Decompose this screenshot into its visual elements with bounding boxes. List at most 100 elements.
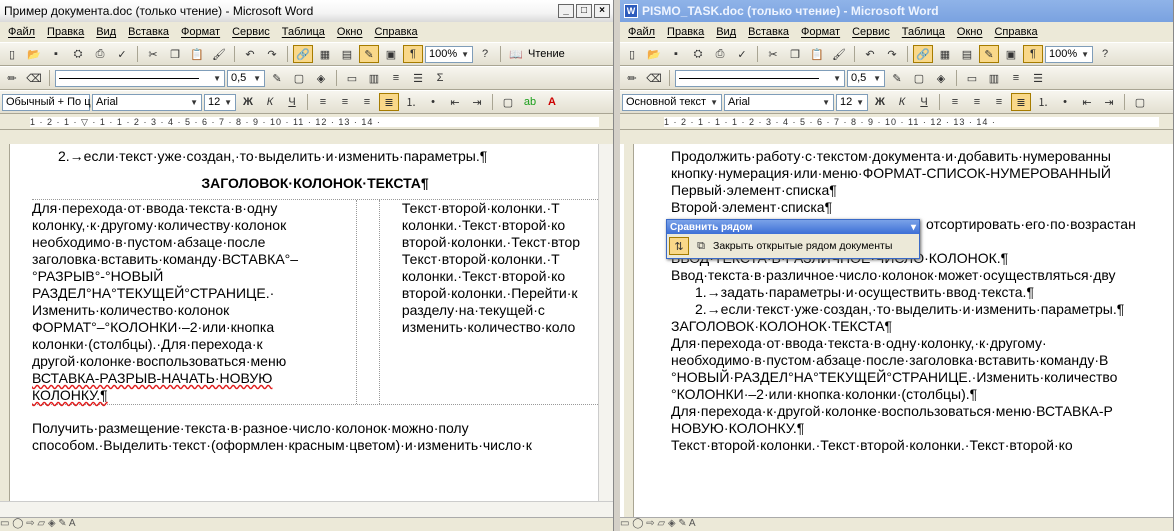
help-icon[interactable]: ?: [1095, 45, 1115, 63]
permission-icon[interactable]: ⛭: [68, 45, 88, 63]
vertical-ruler[interactable]: [624, 144, 634, 517]
split-cells-icon[interactable]: ▥: [984, 69, 1004, 87]
new-document-icon[interactable]: ▯: [622, 45, 642, 63]
border-color-icon[interactable]: ✎: [887, 69, 907, 87]
paste-icon[interactable]: 📋: [807, 45, 827, 63]
underline-icon[interactable]: Ч: [282, 93, 302, 111]
align-right-icon[interactable]: ≡: [357, 93, 377, 111]
split-cells-icon[interactable]: ▥: [364, 69, 384, 87]
zoom-combo[interactable]: 100% ▼: [425, 45, 473, 63]
numbering-icon[interactable]: ⒈: [401, 93, 421, 111]
font-size-combo[interactable]: 12 ▼: [836, 93, 868, 111]
sum-icon[interactable]: Σ: [430, 69, 450, 87]
borders-icon[interactable]: ▢: [289, 69, 309, 87]
distribute-rows-icon[interactable]: ☰: [408, 69, 428, 87]
style-combo[interactable]: Основной текст ▼: [622, 93, 722, 111]
vertical-ruler[interactable]: [0, 144, 10, 501]
merge-cells-icon[interactable]: ▭: [962, 69, 982, 87]
undo-icon[interactable]: ↶: [860, 45, 880, 63]
zoom-combo[interactable]: 100% ▼: [1045, 45, 1093, 63]
align-center-icon[interactable]: ≡: [967, 93, 987, 111]
tables-borders-icon[interactable]: ▦: [315, 45, 335, 63]
outside-border-icon[interactable]: ▢: [1130, 93, 1150, 111]
menu-view[interactable]: Вид: [90, 26, 122, 38]
menu-tools[interactable]: Сервис: [226, 26, 276, 38]
edit-icon[interactable]: ✏: [622, 69, 642, 87]
paste-icon[interactable]: 📋: [187, 45, 207, 63]
underline-icon[interactable]: Ч: [914, 93, 934, 111]
bullets-icon[interactable]: •: [423, 93, 443, 111]
drawing-icon[interactable]: ✎: [359, 45, 379, 63]
open-folder-icon[interactable]: 📂: [24, 45, 44, 63]
new-document-icon[interactable]: ▯: [2, 45, 22, 63]
line-style-combo[interactable]: ▼: [55, 69, 225, 87]
hyperlink-icon[interactable]: 🔗: [913, 45, 933, 63]
font-combo[interactable]: Arial ▼: [724, 93, 834, 111]
align-icon[interactable]: ≡: [1006, 69, 1026, 87]
draw-shapes-icon[interactable]: ▭ ◯ ⇨ ▱ ◈ ✎ A: [0, 518, 76, 529]
highlight-icon[interactable]: ab: [520, 93, 540, 111]
vertical-scrollbar[interactable]: [598, 144, 613, 501]
borders-icon[interactable]: ▢: [909, 69, 929, 87]
document-area[interactable]: 2.→если·текст·уже·создан,·то·выделить·и·…: [0, 144, 613, 517]
spelling-icon[interactable]: ✓: [732, 45, 752, 63]
drawing-icon[interactable]: ✎: [979, 45, 999, 63]
save-icon[interactable]: ▪: [46, 45, 66, 63]
italic-icon[interactable]: К: [892, 93, 912, 111]
close-side-by-side-button[interactable]: Закрыть открытые рядом документы: [713, 240, 892, 252]
format-painter-icon[interactable]: 🖌: [829, 45, 849, 63]
insert-table-icon[interactable]: ▤: [957, 45, 977, 63]
document-map-icon[interactable]: ▣: [381, 45, 401, 63]
hyperlink-icon[interactable]: 🔗: [293, 45, 313, 63]
font-size-combo[interactable]: 12 ▼: [204, 93, 236, 111]
shading-icon[interactable]: ◈: [311, 69, 331, 87]
document-area[interactable]: Продолжить·работу·с·текстом·документа·и·…: [620, 144, 1173, 517]
menu-format[interactable]: Формат: [795, 26, 846, 38]
font-color-icon[interactable]: A: [542, 93, 562, 111]
distribute-rows-icon[interactable]: ☰: [1028, 69, 1048, 87]
show-hide-icon[interactable]: ¶: [1023, 45, 1043, 63]
eraser-icon[interactable]: ⌫: [644, 69, 664, 87]
shading-icon[interactable]: ◈: [931, 69, 951, 87]
draw-shapes-icon[interactable]: ▭ ◯ ⇨ ▱ ◈ ✎ A: [620, 518, 696, 529]
document-map-icon[interactable]: ▣: [1001, 45, 1021, 63]
tables-borders-icon[interactable]: ▦: [935, 45, 955, 63]
print-icon[interactable]: ⎙: [90, 45, 110, 63]
read-icon[interactable]: 📖: [506, 45, 526, 63]
numbering-icon[interactable]: ⒈: [1033, 93, 1053, 111]
save-icon[interactable]: ▪: [666, 45, 686, 63]
synchronous-scrolling-icon[interactable]: ⇅: [669, 237, 689, 255]
outside-border-icon[interactable]: ▢: [498, 93, 518, 111]
insert-table-icon[interactable]: ▤: [337, 45, 357, 63]
menu-table[interactable]: Таблица: [276, 26, 331, 38]
menu-insert[interactable]: Вставка: [742, 26, 795, 38]
menu-help[interactable]: Справка: [368, 26, 423, 38]
redo-icon[interactable]: ↷: [262, 45, 282, 63]
align-icon[interactable]: ≡: [386, 69, 406, 87]
cut-icon[interactable]: ✂: [763, 45, 783, 63]
copy-icon[interactable]: ❐: [165, 45, 185, 63]
bold-icon[interactable]: Ж: [870, 93, 890, 111]
menu-file[interactable]: Файл: [2, 26, 41, 38]
menu-format[interactable]: Формат: [175, 26, 226, 38]
line-style-combo[interactable]: ▼: [675, 69, 845, 87]
toolbar-options-icon[interactable]: ▾: [911, 222, 919, 233]
justify-icon[interactable]: ≣: [379, 93, 399, 111]
bold-icon[interactable]: Ж: [238, 93, 258, 111]
undo-icon[interactable]: ↶: [240, 45, 260, 63]
decrease-indent-icon[interactable]: ⇤: [1077, 93, 1097, 111]
permission-icon[interactable]: ⛭: [688, 45, 708, 63]
menu-edit[interactable]: Правка: [41, 26, 90, 38]
spelling-icon[interactable]: ✓: [112, 45, 132, 63]
align-center-icon[interactable]: ≡: [335, 93, 355, 111]
menu-window[interactable]: Окно: [331, 26, 369, 38]
justify-icon[interactable]: ≣: [1011, 93, 1031, 111]
increase-indent-icon[interactable]: ⇥: [1099, 93, 1119, 111]
line-weight-combo[interactable]: 0,5 ▼: [227, 69, 265, 87]
show-hide-icon[interactable]: ¶: [403, 45, 423, 63]
horizontal-scrollbar[interactable]: [0, 501, 613, 517]
close-button[interactable]: ×: [594, 4, 610, 18]
eraser-icon[interactable]: ⌫: [24, 69, 44, 87]
style-combo[interactable]: Обычный + По ц▼: [2, 93, 98, 111]
help-icon[interactable]: ?: [475, 45, 495, 63]
